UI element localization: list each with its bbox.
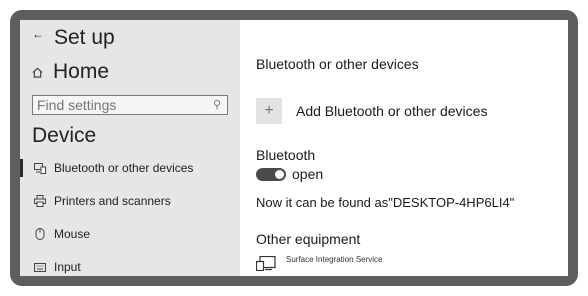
app-title: Set up xyxy=(54,26,115,49)
back-row: ← Set up xyxy=(32,26,115,50)
page-title: Bluetooth or other devices xyxy=(256,56,419,72)
home-label: Home xyxy=(53,60,110,83)
keyboard-icon xyxy=(34,261,46,273)
settings-window: ← Set up Home ⚲ Device xyxy=(20,20,568,276)
sidebar-item-bluetooth[interactable]: Bluetooth or other devices xyxy=(20,156,240,180)
search-icon[interactable]: ⚲ xyxy=(213,98,221,111)
mouse-icon xyxy=(34,228,46,240)
home-icon xyxy=(32,67,43,78)
bluetooth-state-label: open xyxy=(292,166,324,182)
sidebar-item-mouse[interactable]: Mouse xyxy=(20,222,240,246)
sidebar-item-input[interactable]: Input xyxy=(20,255,240,276)
sidebar-item-label: Mouse xyxy=(54,227,91,241)
sidebar-item-label: Input xyxy=(54,260,81,274)
device-icon xyxy=(256,256,276,271)
add-device-button[interactable]: + Add Bluetooth or other devices xyxy=(256,98,487,124)
other-equipment-title: Other equipment xyxy=(256,231,361,247)
discoverable-text: Now it can be found as"DESKTOP-4HP6LI4" xyxy=(256,195,515,210)
device-name: Surface Integration Service xyxy=(286,255,383,264)
sidebar-item-printers[interactable]: Printers and scanners xyxy=(20,189,240,213)
section-title: Device xyxy=(32,124,97,147)
sidebar-item-label: Bluetooth or other devices xyxy=(54,161,194,175)
search-input[interactable] xyxy=(33,96,197,114)
bluetooth-toggle-row: open xyxy=(256,166,323,182)
sidebar-item-label: Printers and scanners xyxy=(54,194,171,208)
bluetooth-label: Bluetooth xyxy=(256,147,316,163)
home-link[interactable]: Home xyxy=(32,60,109,84)
main-content: Bluetooth or other devices + Add Bluetoo… xyxy=(240,20,568,276)
device-item[interactable]: Surface Integration Service xyxy=(256,255,383,271)
printer-icon xyxy=(34,195,46,207)
plus-icon: + xyxy=(256,98,282,124)
sidebar: ← Set up Home ⚲ Device xyxy=(20,20,240,276)
back-arrow-icon[interactable]: ← xyxy=(32,28,44,40)
bluetooth-toggle[interactable] xyxy=(256,167,286,181)
add-device-label: Add Bluetooth or other devices xyxy=(296,103,488,119)
search-field[interactable]: ⚲ xyxy=(32,95,228,115)
bluetooth-devices-icon xyxy=(34,162,46,174)
